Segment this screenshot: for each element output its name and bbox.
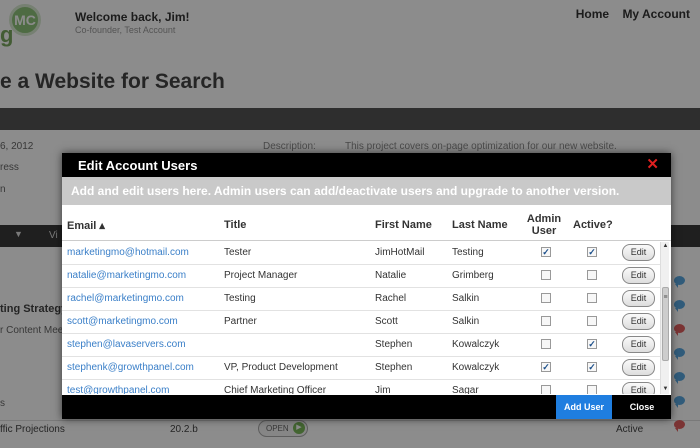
column-admin-user[interactable]: Admin User [524,213,564,237]
modal-description: Add and edit users here. Admin users can… [62,177,671,205]
table-row: rachel@marketingmo.com Testing Rachel Salki… [62,288,662,311]
user-last-name: Salkin [452,316,480,327]
user-email[interactable]: marketingmo@hotmail.com [67,247,189,258]
table-row: scott@marketingmo.com Partner Scott Salkin E… [62,311,662,334]
column-last-name[interactable]: Last Name [452,219,508,231]
users-table-header: Email ▴ Title First Name Last Name Admin… [62,211,671,241]
edit-user-button[interactable]: Edit [622,244,655,261]
column-title[interactable]: Title [224,219,246,231]
active-checkbox[interactable] [587,316,597,326]
table-row: stephen@lavaservers.com Stephen Kowalczyk ✓… [62,334,662,357]
modal-title: Edit Account Users [78,158,198,173]
column-first-name[interactable]: First Name [375,219,432,231]
active-checkbox[interactable]: ✓ [587,362,597,372]
user-last-name: Sagar [452,385,479,394]
scroll-up-icon[interactable]: ▲ [661,242,670,251]
user-last-name: Salkin [452,293,480,304]
table-scrollbar[interactable]: ▲ ≡ ▼ [660,242,669,394]
admin-checkbox[interactable] [541,293,551,303]
admin-checkbox[interactable] [541,385,551,394]
user-email[interactable]: scott@marketingmo.com [67,316,178,327]
modal-footer: Add User Close [62,395,671,419]
user-first-name: Jim [375,385,391,394]
edit-user-button[interactable]: Edit [622,290,655,307]
edit-user-button[interactable]: Edit [622,267,655,284]
user-first-name: Scott [375,316,398,327]
user-title: Tester [224,247,252,258]
active-checkbox[interactable]: ✓ [587,247,597,257]
admin-checkbox[interactable]: ✓ [541,362,551,372]
user-title: Project Manager [224,270,298,281]
user-last-name: Testing [452,247,484,258]
admin-checkbox[interactable] [541,316,551,326]
admin-checkbox[interactable] [541,339,551,349]
edit-users-modal: Edit Account Users ✕ Add and edit users … [62,153,671,419]
modal-description-text: Add and edit users here. Admin users can… [71,184,620,198]
edit-user-button[interactable]: Edit [622,336,655,353]
user-last-name: Kowalczyk [452,339,500,350]
user-title: VP, Product Development [224,362,338,373]
active-checkbox[interactable] [587,385,597,394]
user-first-name: Stephen [375,339,413,350]
user-email[interactable]: rachel@marketingmo.com [67,293,184,304]
user-first-name: Natalie [375,270,407,281]
close-button[interactable]: Close [618,395,666,419]
table-row: test@growthpanel.com Chief Marketing Offi… [62,380,662,394]
admin-checkbox[interactable] [541,270,551,280]
modal-header: Edit Account Users ✕ [62,153,671,177]
admin-checkbox[interactable]: ✓ [541,247,551,257]
edit-user-button[interactable]: Edit [622,359,655,376]
add-user-button[interactable]: Add User [556,395,612,419]
user-title: Testing [224,293,256,304]
scroll-thumb[interactable]: ≡ [662,287,669,361]
edit-user-button[interactable]: Edit [622,382,655,394]
user-first-name: JimHotMail [375,247,425,258]
close-icon[interactable]: ✕ [646,155,659,173]
scroll-down-icon[interactable]: ▼ [661,385,670,394]
user-email[interactable]: stephen@lavaservers.com [67,339,186,350]
user-title: Chief Marketing Officer [224,385,327,394]
active-checkbox[interactable]: ✓ [587,339,597,349]
user-last-name: Grimberg [452,270,494,281]
column-email[interactable]: Email ▴ [67,219,105,232]
users-table-body: marketingmo@hotmail.com Tester JimHotMail T… [62,242,662,394]
table-row: marketingmo@hotmail.com Tester JimHotMail T… [62,242,662,265]
user-first-name: Rachel [375,293,407,304]
active-checkbox[interactable] [587,293,597,303]
user-last-name: Kowalczyk [452,362,500,373]
table-row: stephenk@growthpanel.com VP, Product Deve… [62,357,662,380]
user-email[interactable]: test@growthpanel.com [67,385,169,394]
edit-user-button[interactable]: Edit [622,313,655,330]
user-email[interactable]: stephenk@growthpanel.com [67,362,194,373]
column-active[interactable]: Active? [573,219,613,231]
user-email[interactable]: natalie@marketingmo.com [67,270,186,281]
user-first-name: Stephen [375,362,413,373]
user-title: Partner [224,316,257,327]
table-row: natalie@marketingmo.com Project Manager Na… [62,265,662,288]
active-checkbox[interactable] [587,270,597,280]
